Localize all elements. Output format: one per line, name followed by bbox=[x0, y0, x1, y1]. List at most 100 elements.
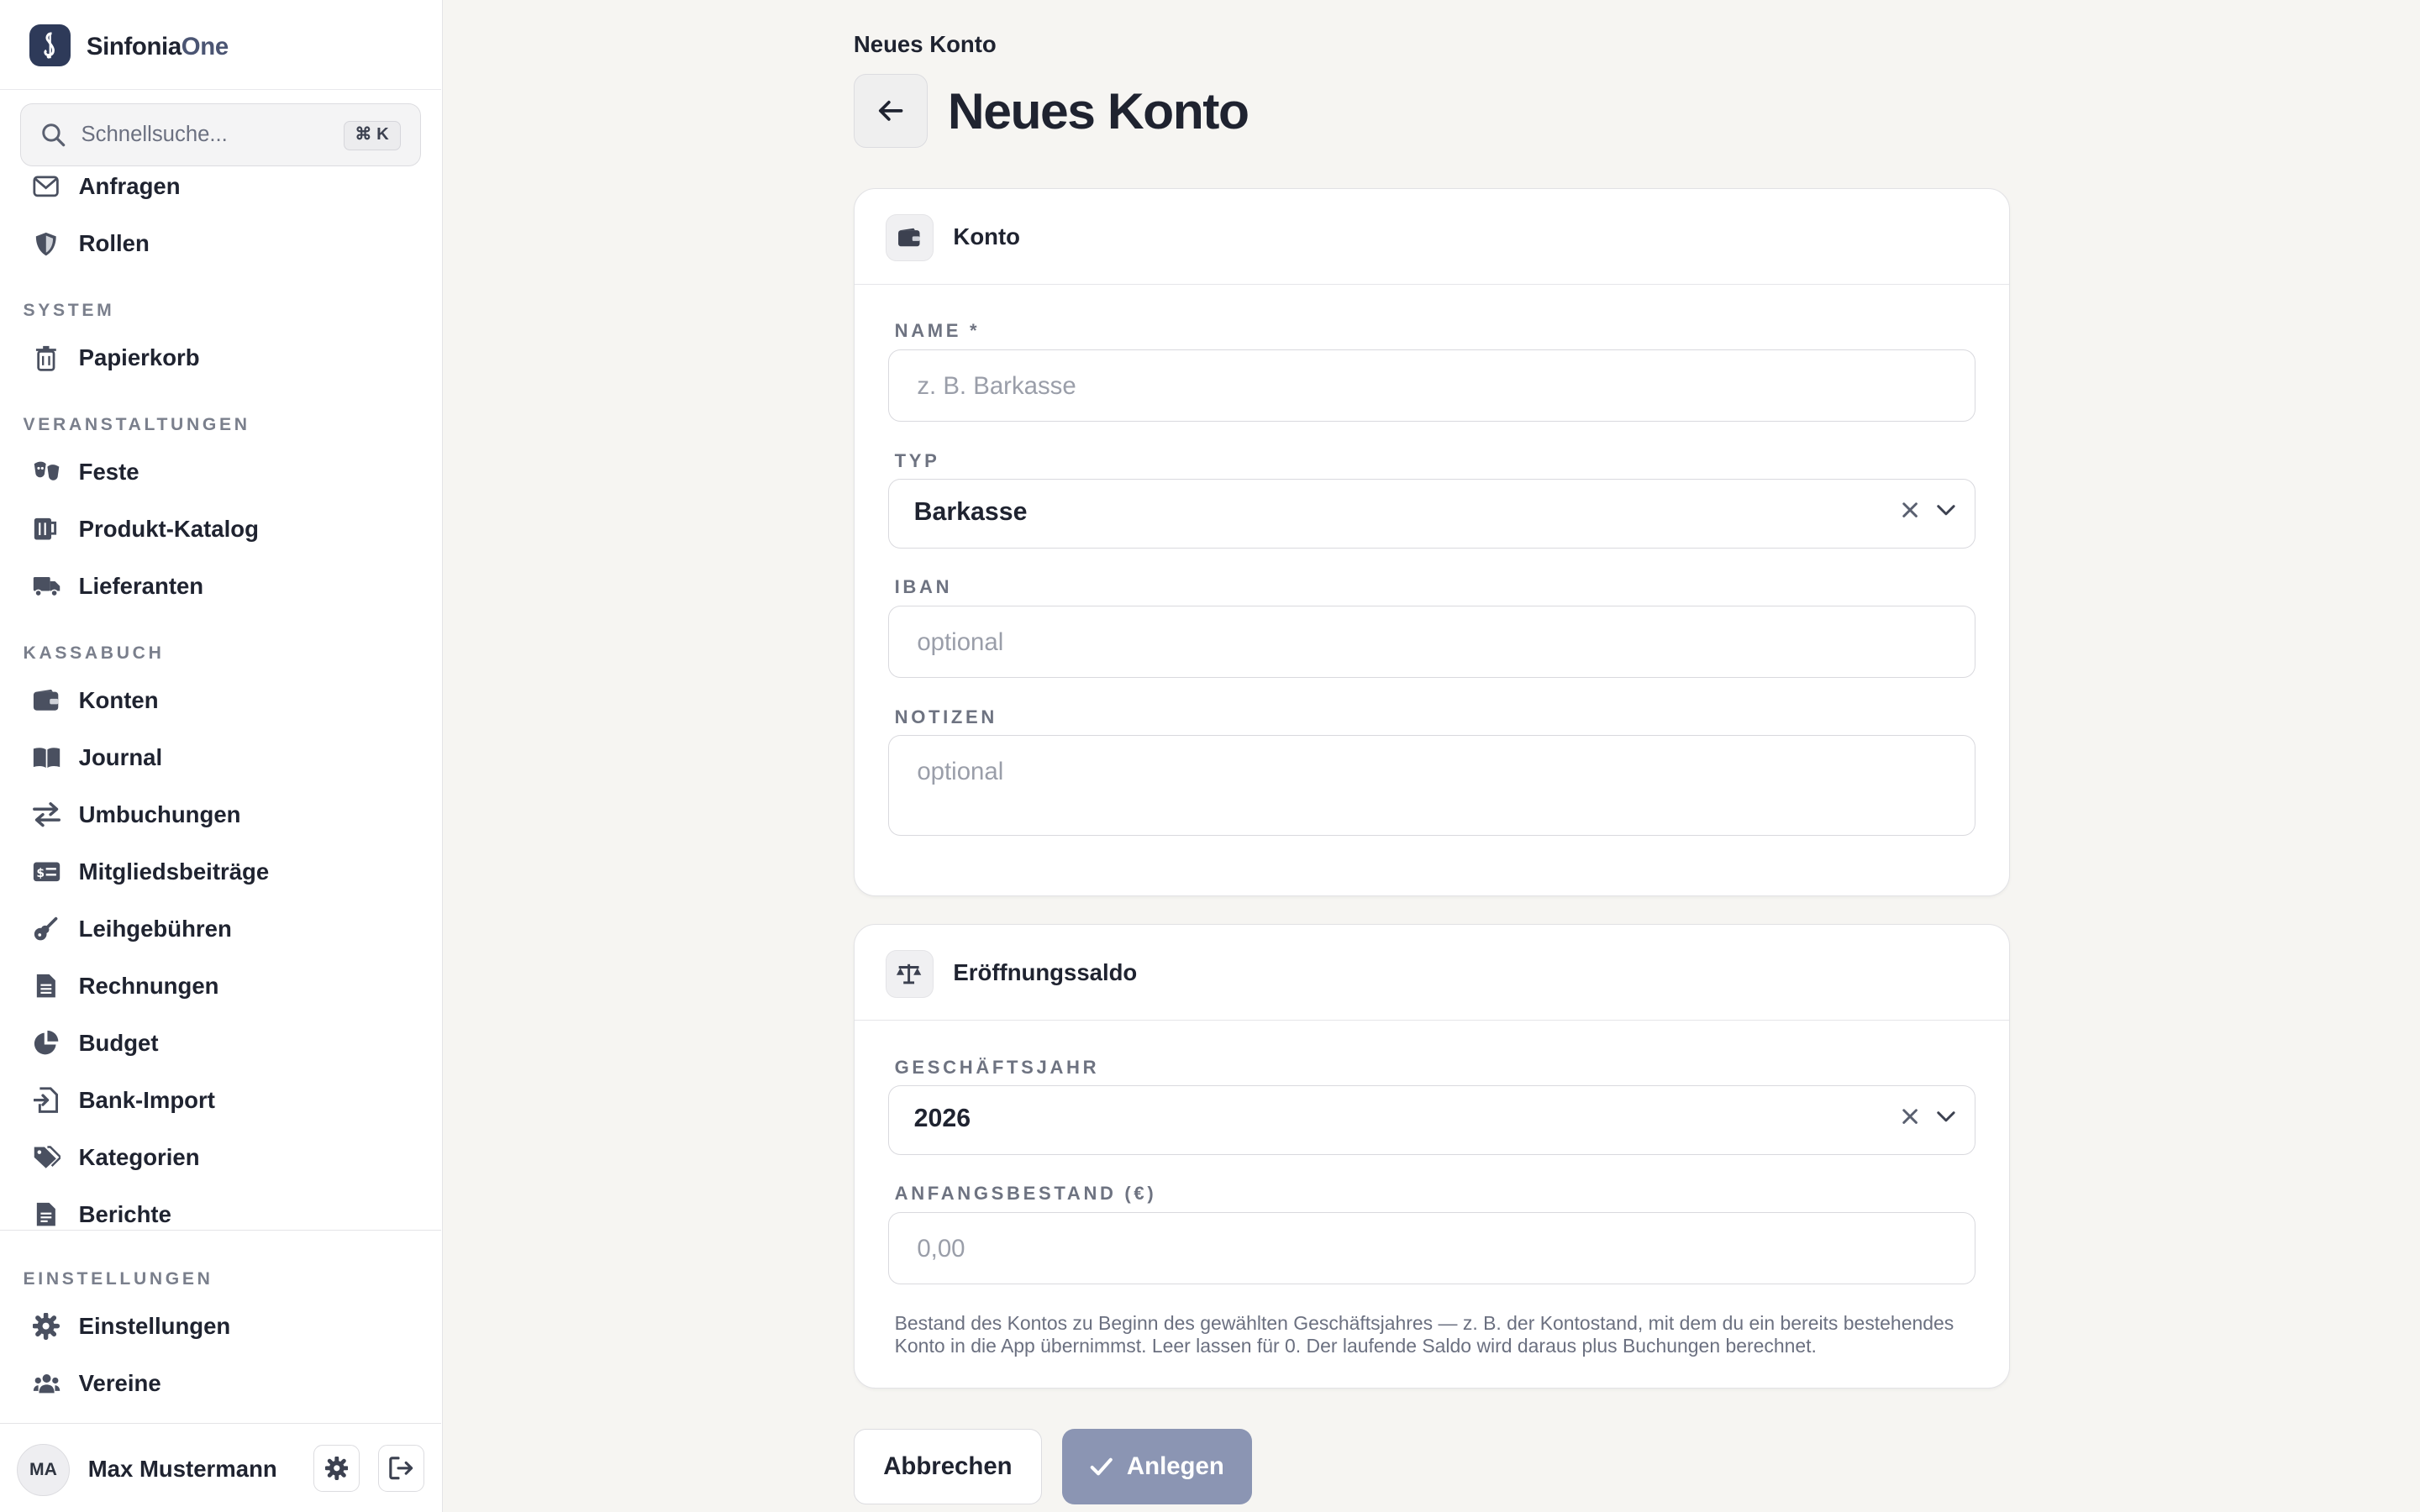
clear-icon[interactable] bbox=[1902, 1108, 1918, 1125]
app-logo-icon bbox=[29, 24, 71, 66]
search-icon bbox=[42, 123, 66, 147]
submit-button[interactable]: Anlegen bbox=[1061, 1429, 1252, 1505]
logout-icon bbox=[389, 1457, 413, 1480]
iban-label: IBAN bbox=[894, 576, 953, 598]
section-label-system: SYSTEM bbox=[23, 301, 115, 321]
sidebar-item-umbuchungen[interactable]: Umbuchungen bbox=[24, 790, 422, 840]
sidebar-nav[interactable]: Anfragen Rollen SYSTEM Papierkorb VERANS… bbox=[0, 166, 441, 1231]
card-title: Eröffnungssaldo bbox=[953, 958, 1138, 985]
sidebar-item-rollen[interactable]: Rollen bbox=[24, 219, 422, 269]
sidebar-item-label: Bank-Import bbox=[78, 1086, 215, 1113]
section-label-einstellungen: EINSTELLUNGEN bbox=[23, 1269, 213, 1289]
sidebar-item-vereine[interactable]: Vereine bbox=[24, 1359, 422, 1409]
sidebar-item-kategorien[interactable]: Kategorien bbox=[24, 1132, 422, 1182]
tags-icon bbox=[33, 1143, 60, 1171]
submit-label: Anlegen bbox=[1126, 1452, 1224, 1481]
card-konto: Konto NAME * z. B. Barkasse TYP Barkasse… bbox=[853, 188, 2010, 897]
sidebar-item-label: Vereine bbox=[78, 1369, 161, 1396]
arrow-left-icon bbox=[879, 101, 903, 122]
notizen-textarea[interactable]: optional bbox=[888, 735, 1975, 836]
sidebar-item-label: Rechnungen bbox=[78, 972, 219, 999]
cancel-button[interactable]: Abbrechen bbox=[853, 1429, 1042, 1505]
transfer-icon bbox=[32, 801, 60, 828]
guitar-icon bbox=[33, 915, 60, 942]
sidebar-item-anfragen[interactable]: Anfragen bbox=[24, 166, 422, 211]
users-icon bbox=[33, 1369, 60, 1397]
money-card-icon: $ bbox=[33, 858, 60, 885]
name-placeholder: z. B. Barkasse bbox=[917, 371, 1076, 400]
gear-icon bbox=[33, 1312, 60, 1340]
sidebar-item-label: Berichte bbox=[78, 1200, 171, 1227]
logout-button[interactable] bbox=[378, 1445, 425, 1492]
search-input[interactable]: Schnellsuche... ⌘ K bbox=[19, 103, 422, 167]
brand-header: SinfoniaOne bbox=[0, 0, 442, 90]
mail-icon bbox=[33, 173, 60, 201]
user-settings-button[interactable] bbox=[313, 1445, 360, 1492]
typ-value: Barkasse bbox=[913, 498, 1028, 527]
file-import-icon bbox=[33, 1086, 60, 1114]
chevron-down-icon[interactable] bbox=[1936, 503, 1956, 517]
sidebar-item-feste[interactable]: Feste bbox=[24, 448, 422, 497]
iban-field[interactable]: optional bbox=[888, 606, 1975, 679]
sidebar-item-rechnungen[interactable]: Rechnungen bbox=[24, 961, 422, 1011]
sidebar-item-label: Lieferanten bbox=[78, 573, 204, 600]
mug-icon bbox=[33, 516, 60, 543]
scale-icon bbox=[885, 949, 934, 998]
truck-icon bbox=[33, 573, 60, 601]
section-label-kassabuch: KASSABUCH bbox=[23, 643, 165, 664]
sidebar-item-leihgebuehren[interactable]: Leihgebühren bbox=[24, 904, 422, 953]
sidebar-item-label: Mitgliedsbeiträge bbox=[78, 858, 270, 885]
trash-icon bbox=[33, 344, 60, 372]
chevron-down-icon[interactable] bbox=[1936, 1110, 1956, 1124]
sidebar-item-produkt-katalog[interactable]: Produkt-Katalog bbox=[24, 505, 422, 554]
sidebar-item-lieferanten[interactable]: Lieferanten bbox=[24, 562, 422, 612]
avatar[interactable]: MA bbox=[17, 1443, 70, 1497]
anfangsbestand-hint: Bestand des Kontos zu Beginn des gewählt… bbox=[894, 1312, 1954, 1357]
sidebar-item-journal[interactable]: Journal bbox=[24, 733, 422, 783]
notizen-placeholder: optional bbox=[917, 758, 1004, 786]
sidebar-item-label: Leihgebühren bbox=[78, 915, 232, 942]
user-name: Max Mustermann bbox=[87, 1456, 277, 1483]
user-bar: MA Max Mustermann bbox=[0, 1422, 442, 1512]
search-placeholder: Schnellsuche... bbox=[81, 123, 228, 147]
anfangsbestand-label: ANFANGSBESTAND (€) bbox=[894, 1183, 1157, 1205]
breadcrumb: Neues Konto bbox=[853, 30, 997, 57]
sidebar-item-budget[interactable]: Budget bbox=[24, 1018, 422, 1068]
sidebar-item-berichte[interactable]: Berichte bbox=[24, 1189, 422, 1231]
sidebar-item-konten[interactable]: Konten bbox=[24, 676, 422, 726]
page-title: Neues Konto bbox=[947, 82, 1249, 140]
sidebar-item-einstellungen[interactable]: Einstellungen bbox=[24, 1302, 422, 1352]
sidebar-item-label: Umbuchungen bbox=[78, 801, 241, 827]
sidebar-item-label: Produkt-Katalog bbox=[78, 516, 259, 543]
typ-label: TYP bbox=[894, 449, 940, 471]
sidebar-item-label: Journal bbox=[78, 743, 163, 770]
name-field[interactable]: z. B. Barkasse bbox=[888, 349, 1975, 423]
iban-placeholder: optional bbox=[917, 627, 1004, 656]
anfangsbestand-placeholder: 0,00 bbox=[917, 1234, 965, 1263]
card-title: Konto bbox=[953, 223, 1020, 249]
shield-icon bbox=[33, 230, 60, 258]
sidebar-item-bank-import[interactable]: Bank-Import bbox=[24, 1075, 422, 1125]
sidebar-item-label: Budget bbox=[78, 1029, 159, 1056]
masks-icon bbox=[33, 459, 60, 486]
sidebar-item-mitgliedsbeitraege[interactable]: $ Mitgliedsbeiträge bbox=[24, 848, 422, 897]
sidebar-item-label: Feste bbox=[78, 459, 139, 486]
sidebar-item-label: Kategorien bbox=[78, 1143, 200, 1170]
sidebar-item-label: Rollen bbox=[78, 230, 150, 257]
geschaeftsjahr-select[interactable]: 2026 bbox=[888, 1085, 1975, 1156]
back-button[interactable] bbox=[853, 74, 929, 149]
section-label-veranstaltungen: VERANSTALTUNGEN bbox=[23, 415, 250, 435]
typ-select[interactable]: Barkasse bbox=[888, 479, 1975, 549]
sidebar: SinfoniaOne Schnellsuche... ⌘ K Anfragen… bbox=[0, 0, 444, 1512]
card-header: Konto bbox=[854, 189, 2009, 285]
app-name[interactable]: SinfoniaOne bbox=[87, 33, 229, 61]
clear-icon[interactable] bbox=[1902, 501, 1918, 518]
sidebar-item-label: Einstellungen bbox=[78, 1312, 231, 1339]
wallet-icon bbox=[885, 213, 934, 262]
sidebar-item-papierkorb[interactable]: Papierkorb bbox=[24, 333, 422, 383]
sidebar-item-label: Konten bbox=[78, 686, 159, 713]
svg-text:$: $ bbox=[36, 867, 45, 880]
anfangsbestand-field[interactable]: 0,00 bbox=[888, 1212, 1975, 1285]
report-icon bbox=[33, 1200, 60, 1228]
name-label: NAME * bbox=[894, 320, 981, 342]
